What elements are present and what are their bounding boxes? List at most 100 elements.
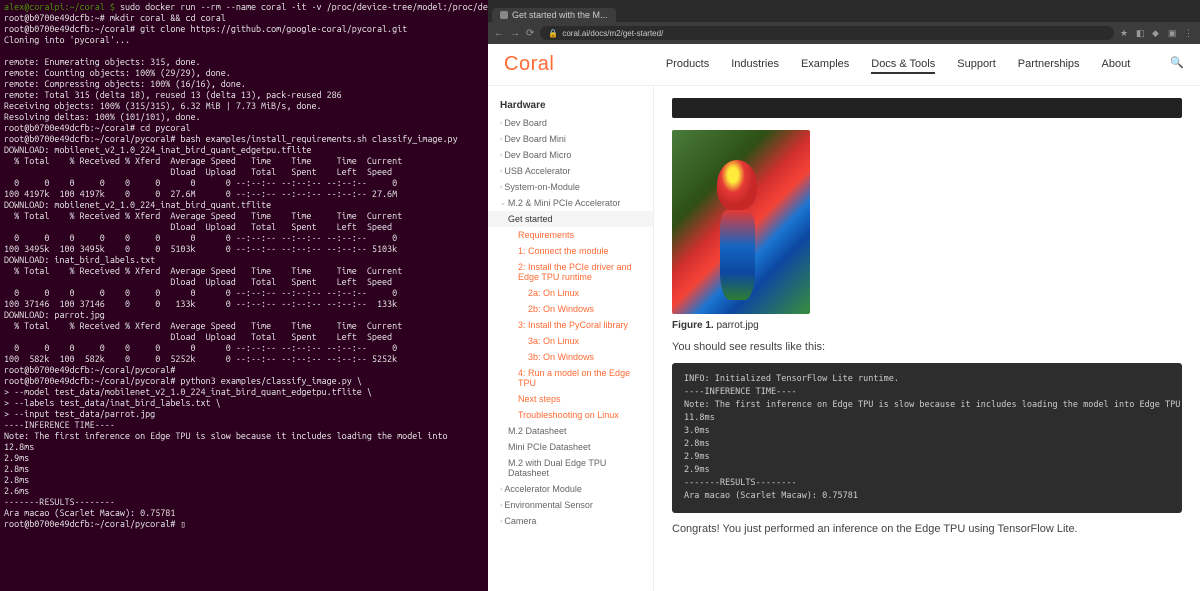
terminal-window[interactable]: alex@coralpi:~/coral $ sudo docker run -…: [0, 0, 488, 591]
chevron-right-icon: ›: [500, 136, 502, 143]
sidebar-item-m2-pcie[interactable]: ⌄M.2 & Mini PCIe Accelerator: [488, 195, 653, 211]
command-text: python3 examples/classify_image.py \: [180, 376, 361, 386]
output-line: ----INFERENCE TIME----: [4, 420, 115, 430]
output-line: 0 0 0 0 0 0 0 0 --:--:-- --:--:-- --:--:…: [4, 178, 397, 199]
sidebar-item-camera[interactable]: ›Camera: [488, 513, 653, 529]
sidebar-item-requirements[interactable]: Requirements: [488, 227, 653, 243]
output-line: % Total % Received % Xferd Average Speed…: [4, 321, 402, 342]
output-line: % Total % Received % Xferd Average Speed…: [4, 156, 402, 177]
main-content[interactable]: Figure 1. parrot.jpg You should see resu…: [654, 86, 1200, 591]
output-line: DOWNLOAD: mobilenet_v2_1.0_224_inat_bird…: [4, 200, 271, 210]
nav-about[interactable]: About: [1102, 56, 1131, 74]
favicon-icon: [500, 11, 508, 19]
browser-window: Get started with the M... ← → ⟳ 🔒 coral.…: [488, 0, 1200, 591]
address-bar[interactable]: 🔒 coral.ai/docs/m2/get-started/: [540, 26, 1114, 40]
command-text: cd pycoral: [140, 123, 190, 133]
browser-toolbar: ← → ⟳ 🔒 coral.ai/docs/m2/get-started/ ★ …: [488, 22, 1200, 44]
sidebar-item-step2a[interactable]: 2a: On Linux: [488, 285, 653, 301]
chevron-right-icon: ›: [500, 168, 502, 175]
output-line: 2.8ms: [4, 464, 29, 474]
command-text: bash examples/install_requirements.sh cl…: [180, 134, 457, 144]
sidebar-item-step1[interactable]: 1: Connect the module: [488, 243, 653, 259]
sidebar-item-mini-datasheet[interactable]: Mini PCIe Datasheet: [488, 439, 653, 455]
back-icon[interactable]: ←: [494, 28, 504, 39]
sidebar-item-troubleshooting[interactable]: Troubleshooting on Linux: [488, 407, 653, 423]
coral-logo[interactable]: Coral: [504, 53, 554, 76]
sidebar-item-step3[interactable]: 3: Install the PyCoral library: [488, 317, 653, 333]
output-line: Receiving objects: 100% (315/315), 6.32 …: [4, 101, 322, 111]
tab-bar: Get started with the M...: [488, 0, 1200, 22]
nav-partnerships[interactable]: Partnerships: [1018, 56, 1080, 74]
sidebar-item-step2b[interactable]: 2b: On Windows: [488, 301, 653, 317]
output-line: % Total % Received % Xferd Average Speed…: [4, 211, 402, 232]
nav-support[interactable]: Support: [957, 56, 996, 74]
output-line: 0 0 0 0 0 0 0 0 --:--:-- --:--:-- --:--:…: [4, 233, 397, 254]
tab-title: Get started with the M...: [512, 10, 608, 20]
sidebar-item-m2-datasheet[interactable]: M.2 Datasheet: [488, 423, 653, 439]
command-text: sudo docker run --rm --name coral -it -v…: [120, 2, 488, 12]
sidebar-item-usb-accelerator[interactable]: ›USB Accelerator: [488, 163, 653, 179]
chevron-right-icon: ›: [500, 120, 502, 127]
docs-sidebar[interactable]: Hardware ›Dev Board ›Dev Board Mini ›Dev…: [488, 86, 654, 591]
command-text: mkdir coral && cd coral: [110, 13, 226, 23]
nav-industries[interactable]: Industries: [731, 56, 779, 74]
extension-icon[interactable]: ◧: [1136, 28, 1146, 38]
sidebar-item-get-started[interactable]: Get started: [488, 211, 653, 227]
chevron-right-icon: ›: [500, 152, 502, 159]
output-line: 2.9ms: [4, 453, 29, 463]
sidebar-item-dev-board[interactable]: ›Dev Board: [488, 115, 653, 131]
output-line: remote: Compressing objects: 100% (16/16…: [4, 79, 246, 89]
command-text: git clone https://github.com/google-cora…: [140, 24, 407, 34]
sidebar-item-dev-board-micro[interactable]: ›Dev Board Micro: [488, 147, 653, 163]
output-line: 0 0 0 0 0 0 0 0 --:--:-- --:--:-- --:--:…: [4, 343, 397, 364]
cursor[interactable]: ▯: [180, 519, 185, 529]
lock-icon: 🔒: [548, 29, 558, 38]
output-line: DOWNLOAD: inat_bird_labels.txt: [4, 255, 155, 265]
output-line: -------RESULTS--------: [4, 497, 115, 507]
sidebar-item-next-steps[interactable]: Next steps: [488, 391, 653, 407]
sidebar-item-step3b[interactable]: 3b: On Windows: [488, 349, 653, 365]
nav-products[interactable]: Products: [666, 56, 709, 74]
nav-docs[interactable]: Docs & Tools: [871, 56, 935, 74]
output-line: DOWNLOAD: parrot.jpg: [4, 310, 105, 320]
output-line: remote: Enumerating objects: 315, done.: [4, 57, 201, 67]
menu-icon[interactable]: ⋮: [1184, 28, 1194, 38]
nav-examples[interactable]: Examples: [801, 56, 849, 74]
terminal-line: root@b0700e49dcfb:~/coral/pycoral#: [4, 376, 175, 386]
extension-icon[interactable]: ▣: [1168, 28, 1178, 38]
sidebar-item-som[interactable]: ›System-on-Module: [488, 179, 653, 195]
output-line: remote: Counting objects: 100% (29/29), …: [4, 68, 231, 78]
search-icon[interactable]: 🔍: [1170, 56, 1184, 74]
terminal-line: root@b0700e49dcfb:~/coral/pycoral#: [4, 519, 175, 529]
sidebar-item-step4[interactable]: 4: Run a model on the Edge TPU: [488, 365, 653, 391]
sidebar-item-step2[interactable]: 2: Install the PCIe driver and Edge TPU …: [488, 259, 653, 285]
page-content: Coral Products Industries Examples Docs …: [488, 44, 1200, 591]
output-line: 0 0 0 0 0 0 0 0 --:--:-- --:--:-- --:--:…: [4, 288, 397, 309]
sidebar-item-accel-module[interactable]: ›Accelerator Module: [488, 481, 653, 497]
figure-caption: Figure 1. parrot.jpg: [672, 320, 1182, 331]
chevron-right-icon: ›: [500, 486, 502, 493]
sidebar-item-env-sensor[interactable]: ›Environmental Sensor: [488, 497, 653, 513]
command-text: > --labels test_data/inat_bird_labels.tx…: [4, 398, 221, 408]
sidebar-item-step3a[interactable]: 3a: On Linux: [488, 333, 653, 349]
output-line: Resolving deltas: 100% (101/101), done.: [4, 112, 201, 122]
site-header: Coral Products Industries Examples Docs …: [488, 44, 1200, 86]
forward-icon[interactable]: →: [510, 28, 520, 39]
chevron-down-icon: ⌄: [500, 199, 506, 207]
sidebar-item-dev-board-mini[interactable]: ›Dev Board Mini: [488, 131, 653, 147]
output-line: % Total % Received % Xferd Average Speed…: [4, 266, 402, 287]
sidebar-heading: Hardware: [488, 96, 653, 115]
url-text: coral.ai/docs/m2/get-started/: [562, 29, 663, 38]
extension-icon[interactable]: ★: [1120, 28, 1130, 38]
browser-tab[interactable]: Get started with the M...: [492, 8, 616, 22]
reload-icon[interactable]: ⟳: [526, 28, 534, 39]
extension-icon[interactable]: ◆: [1152, 28, 1162, 38]
paragraph: You should see results like this:: [672, 341, 1182, 353]
paragraph: Congrats! You just performed an inferenc…: [672, 523, 1182, 535]
main-nav: Products Industries Examples Docs & Tool…: [666, 56, 1184, 74]
sidebar-item-dual-datasheet[interactable]: M.2 with Dual Edge TPU Datasheet: [488, 455, 653, 481]
terminal-line: root@b0700e49dcfb:~/coral#: [4, 24, 135, 34]
chevron-right-icon: ›: [500, 184, 502, 191]
code-output-block: INFO: Initialized TensorFlow Lite runtim…: [672, 363, 1182, 513]
page-body: Hardware ›Dev Board ›Dev Board Mini ›Dev…: [488, 86, 1200, 591]
